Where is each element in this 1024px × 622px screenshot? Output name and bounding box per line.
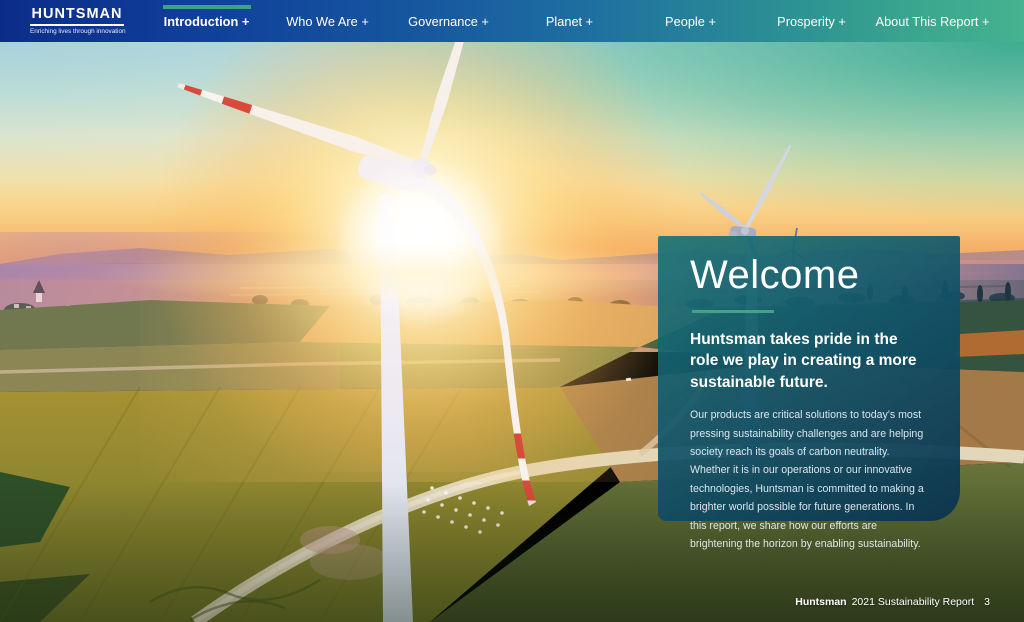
nav-item-about-this-report[interactable]: About This Report + [872,0,993,42]
top-navigation-bar: HUNTSMAN Enriching lives through innovat… [0,0,1024,42]
huntsman-logo[interactable]: HUNTSMAN Enriching lives through innovat… [30,6,126,36]
footer-report-title: 2021 Sustainability Report [851,596,975,608]
logo-wordmark: HUNTSMAN [30,6,124,26]
accent-rule [692,310,774,313]
nav-menu: Introduction + Who We Are + Governance +… [146,0,993,42]
nav-item-introduction[interactable]: Introduction + [146,0,267,42]
nav-item-prosperity[interactable]: Prosperity + [751,0,872,42]
welcome-title: Welcome [690,253,860,297]
report-page: HUNTSMAN Enriching lives through innovat… [0,0,1024,622]
nav-item-who-we-are[interactable]: Who We Are + [267,0,388,42]
welcome-lead: Huntsman takes pride in the role we play… [690,331,917,391]
footer-brand: Huntsman [795,596,847,608]
welcome-body: Our products are critical solutions to t… [690,409,924,551]
nav-item-governance[interactable]: Governance + [388,0,509,42]
nav-item-people[interactable]: People + [630,0,751,42]
logo-tagline: Enriching lives through innovation [30,28,126,36]
welcome-card: Welcome Huntsman takes pride in the role… [658,236,960,550]
page-footer: Huntsman 2021 Sustainability Report 3 [795,596,990,608]
footer-page-number: 3 [984,596,990,608]
nav-item-planet[interactable]: Planet + [509,0,630,42]
